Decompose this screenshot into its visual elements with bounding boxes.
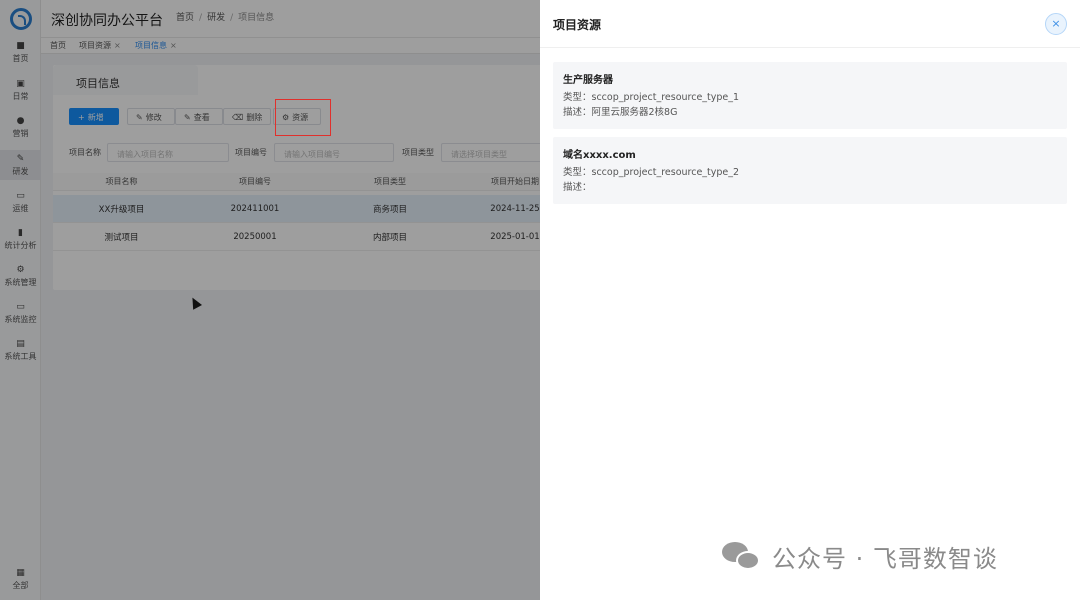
resource-desc: 描述： — [563, 182, 592, 193]
close-button[interactable]: × — [1045, 13, 1067, 35]
watermark-text: 公众号 · 飞哥数智谈 — [772, 544, 998, 573]
drawer-header: 项目资源 × — [540, 0, 1080, 48]
resource-type: 类型：sccop_project_resource_type_2 — [563, 167, 740, 178]
resource-name: 域名xxxx.com — [563, 150, 636, 161]
watermark: 公众号 · 飞哥数智谈 — [722, 540, 998, 573]
resource-name: 生产服务器 — [563, 75, 613, 86]
drawer-title: 项目资源 — [553, 18, 602, 32]
resource-card: 域名xxxx.com 类型：sccop_project_resource_typ… — [553, 137, 1067, 204]
wechat-icon — [722, 540, 762, 572]
resource-type: 类型：sccop_project_resource_type_1 — [563, 92, 740, 103]
resource-card: 生产服务器 类型：sccop_project_resource_type_1 描… — [553, 62, 1067, 129]
close-icon: × — [1051, 17, 1061, 30]
highlight-annotation — [275, 99, 331, 136]
resource-desc: 描述：阿里云服务器2核8G — [563, 107, 678, 118]
resource-drawer: 项目资源 × 生产服务器 类型：sccop_project_resource_t… — [540, 0, 1080, 600]
